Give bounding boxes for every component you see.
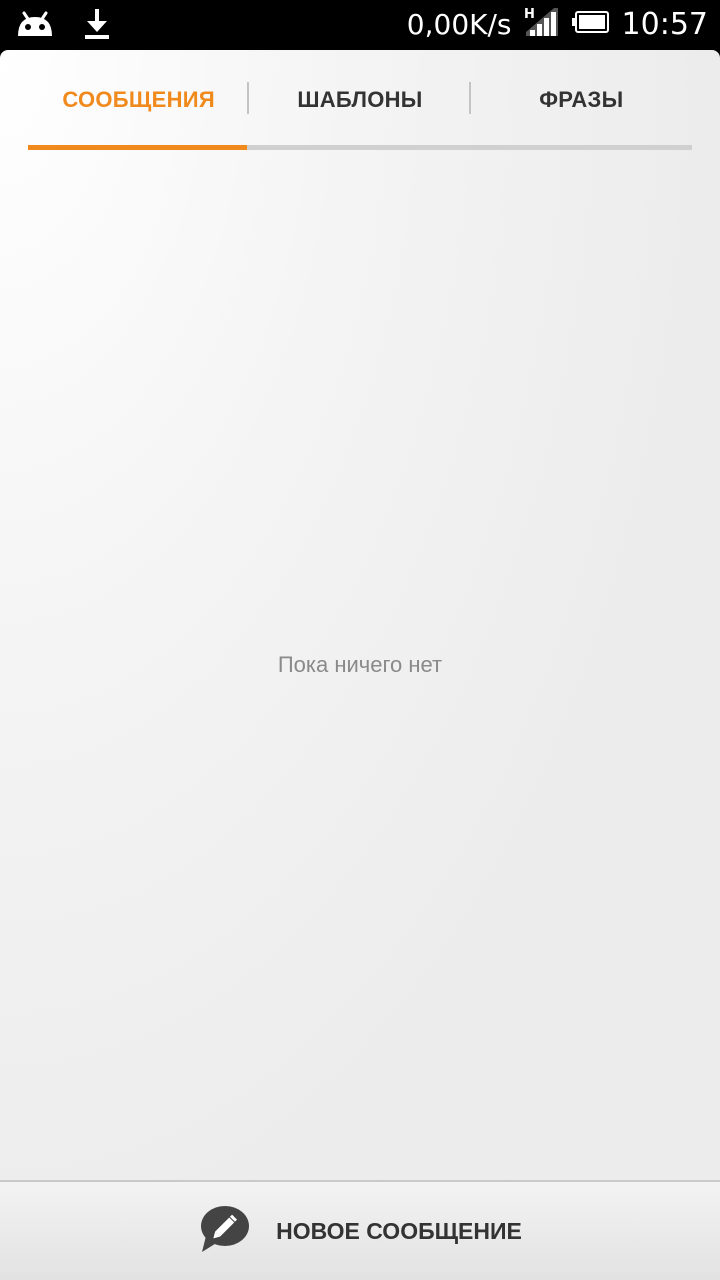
tab-bar: СООБЩЕНИЯ ШАБЛОНЫ ФРАЗЫ <box>28 50 692 150</box>
empty-state-message: Пока ничего нет <box>277 652 443 677</box>
tab-label: СООБЩЕНИЯ <box>62 87 215 112</box>
status-bar-left <box>16 8 110 45</box>
network-speed: 0,00K/s <box>406 8 512 41</box>
signal-icon: H <box>524 6 560 43</box>
tab-indicator <box>28 145 247 150</box>
phone-screen: 0,00K/s H 10:57 СООБЩЕНИЯ ШАБЛОНЫ ФРАЗЫ … <box>0 0 720 1280</box>
new-message-button[interactable]: НОВОЕ СООБЩЕНИЕ <box>0 1180 720 1280</box>
battery-icon <box>571 10 610 39</box>
tab-messages[interactable]: СООБЩЕНИЯ <box>28 50 250 150</box>
clock: 10:57 <box>621 7 708 42</box>
tab-templates[interactable]: ШАБЛОНЫ <box>249 50 471 150</box>
status-bar-right: 0,00K/s H 10:57 <box>407 6 708 43</box>
network-type: H <box>524 7 535 22</box>
android-icon <box>16 10 54 43</box>
tab-label: ШАБЛОНЫ <box>297 87 423 112</box>
tab-label: ФРАЗЫ <box>539 87 624 112</box>
app-window: СООБЩЕНИЯ ШАБЛОНЫ ФРАЗЫ Пока ничего нет <box>0 50 720 1280</box>
tab-phrases[interactable]: ФРАЗЫ <box>471 50 692 150</box>
status-bar: 0,00K/s H 10:57 <box>0 0 720 50</box>
new-message-label: НОВОЕ СООБЩЕНИЕ <box>276 1217 522 1244</box>
compose-bubble-icon <box>198 1204 250 1259</box>
download-icon <box>84 8 110 45</box>
